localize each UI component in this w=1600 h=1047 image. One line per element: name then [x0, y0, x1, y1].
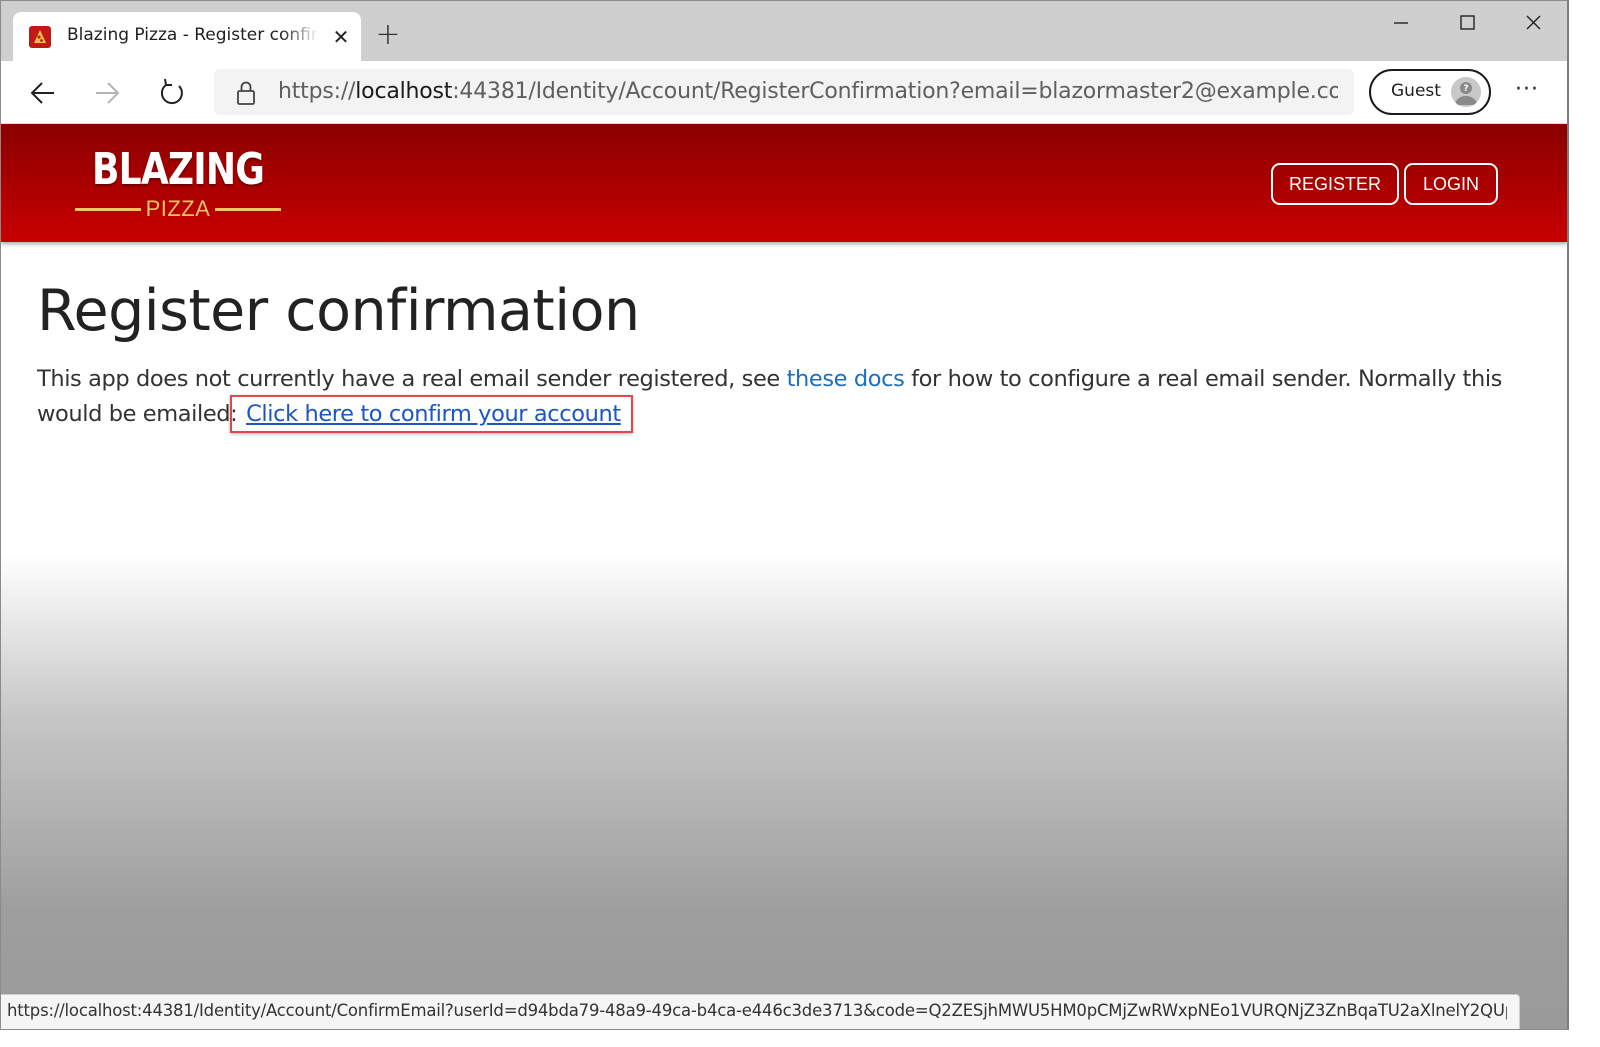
site-header: BLAZING PIZZA REGISTER LOGIN: [1, 124, 1567, 242]
tab-strip: Blazing Pizza - Register confirmation ✕ …: [1, 1, 1567, 61]
guest-avatar-icon: ?: [1451, 77, 1481, 107]
message-text: This app does not currently have a real …: [37, 366, 787, 392]
docs-link[interactable]: these docs: [787, 366, 905, 392]
minimize-icon[interactable]: [1381, 7, 1421, 39]
logo-wordmark: BLAZING: [91, 144, 265, 195]
profile-label: Guest: [1391, 81, 1441, 101]
logo-divider: [215, 208, 281, 211]
register-button[interactable]: REGISTER: [1271, 163, 1399, 205]
page-viewport: BLAZING PIZZA REGISTER LOGIN Register co…: [1, 124, 1567, 1029]
maximize-icon[interactable]: [1447, 7, 1487, 39]
url-scheme: https://: [278, 79, 356, 104]
plus-icon[interactable]: +: [373, 20, 403, 51]
browser-tab[interactable]: Blazing Pizza - Register confirmation ✕: [13, 12, 361, 61]
status-url: https://localhost:44381/Identity/Account…: [7, 1001, 1507, 1020]
profile-button[interactable]: Guest ?: [1369, 69, 1491, 115]
page-title: Register confirmation: [37, 278, 640, 344]
confirmation-message: This app does not currently have a real …: [37, 362, 1537, 432]
tab-title: Blazing Pizza - Register confirmation: [67, 25, 319, 45]
url-path: :44381/Identity/Account/RegisterConfirma…: [452, 79, 1338, 104]
browser-toolbar: https://localhost:44381/Identity/Account…: [1, 61, 1567, 124]
svg-text:?: ?: [1463, 84, 1468, 94]
url-text[interactable]: https://localhost:44381/Identity/Account…: [278, 79, 1338, 107]
confirm-account-link[interactable]: Click here to confirm your account: [244, 401, 623, 427]
address-bar[interactable]: https://localhost:44381/Identity/Account…: [214, 69, 1354, 115]
status-bar: https://localhost:44381/Identity/Account…: [1, 994, 1520, 1029]
login-button[interactable]: LOGIN: [1404, 163, 1498, 205]
logo-divider: [75, 208, 141, 211]
close-icon[interactable]: ✕: [329, 25, 353, 49]
pizza-slice-icon: [29, 26, 51, 48]
site-logo[interactable]: BLAZING PIZZA: [73, 144, 283, 221]
close-icon[interactable]: [1513, 7, 1553, 39]
arrow-left-icon[interactable]: [23, 73, 63, 113]
lock-icon[interactable]: [234, 80, 258, 106]
arrow-right-icon[interactable]: [87, 73, 127, 113]
url-host: localhost: [355, 79, 453, 104]
browser-window: Blazing Pizza - Register confirmation ✕ …: [0, 0, 1569, 1030]
screenshot-fade: [1, 554, 1567, 1029]
more-menu-icon[interactable]: ···: [1507, 77, 1547, 107]
logo-subtext: PIZZA: [145, 196, 211, 221]
reload-icon[interactable]: [152, 73, 192, 113]
